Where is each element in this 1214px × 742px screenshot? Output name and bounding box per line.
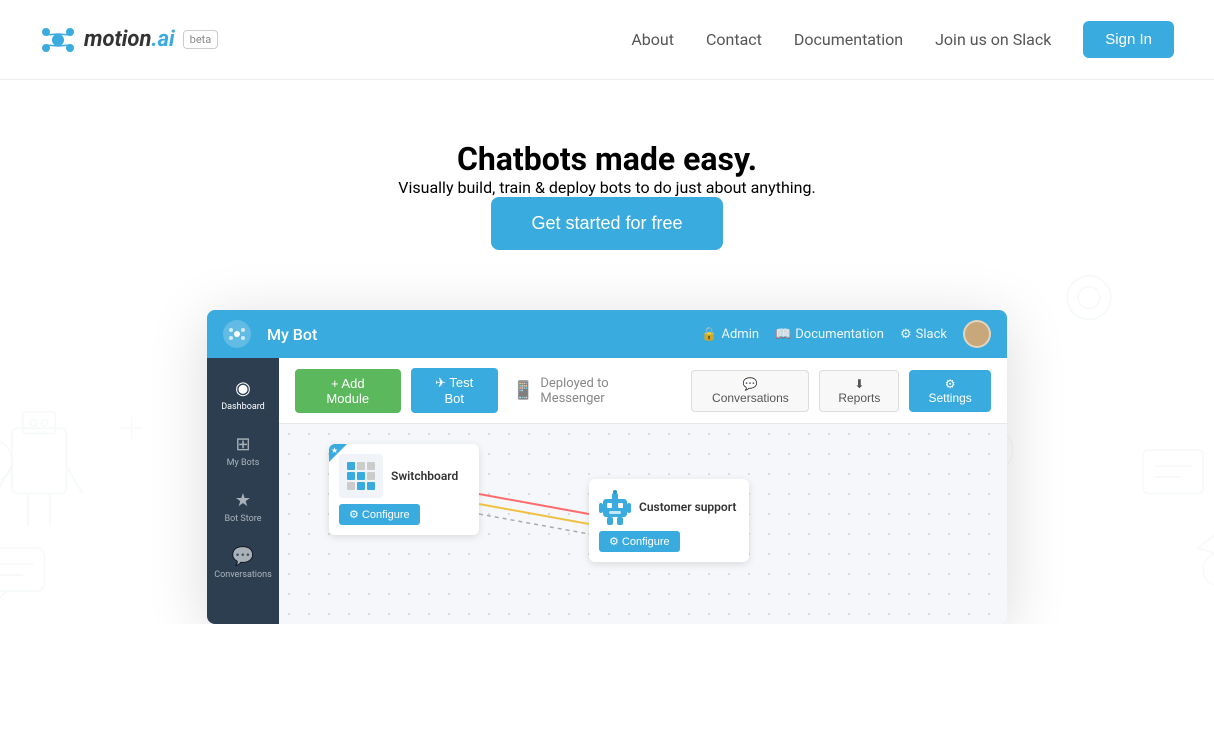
app-logo-icon [223,320,251,348]
nav-link-slack[interactable]: Join us on Slack [935,30,1051,49]
reports-button[interactable]: ⬇ Reports [819,370,899,412]
conversations-icon: 💬 [232,548,254,566]
app-main: + Add Module ✈ Test Bot 📱 Deployed to Me… [279,358,1007,624]
signin-button[interactable]: Sign In [1083,21,1174,58]
configure-switchboard-button[interactable]: ⚙ Configure [339,504,420,525]
robot-icon [599,489,631,525]
nav-link-docs[interactable]: Documentation [794,30,903,49]
topbar-docs[interactable]: 📖 Documentation [775,327,884,342]
nav-links: About Contact Documentation Join us on S… [631,21,1174,58]
app-preview: My Bot 🔒 Admin 📖 Documentation ⚙ Slack ◉… [207,310,1007,624]
beta-badge: beta [183,30,219,49]
app-body: ◉ Dashboard ⊞ My Bots ★ Bot Store 💬 Conv… [207,358,1007,624]
test-bot-button[interactable]: ✈ Test Bot [411,368,498,413]
hero-subheadline: Visually build, train & deploy bots to d… [20,178,1194,197]
node-support-btn: ⚙ Configure [589,531,749,562]
mybots-icon: ⊞ [235,436,250,454]
messenger-icon: 📱 [512,380,534,401]
app-sidebar: ◉ Dashboard ⊞ My Bots ★ Bot Store 💬 Conv… [207,358,279,624]
nav-link-about[interactable]: About [631,30,674,49]
deployed-badge: 📱 Deployed to Messenger [512,376,671,406]
node-switchboard-btn: ⚙ Configure [329,504,479,535]
settings-button[interactable]: ⚙ Settings [909,370,991,412]
sidebar-item-dashboard[interactable]: ◉ Dashboard [207,370,279,422]
logo-icon [40,22,76,58]
topbar-slack[interactable]: ⚙ Slack [900,327,947,342]
sidebar-item-mybots[interactable]: ⊞ My Bots [207,426,279,478]
node-switchboard-content: Switchboard [329,444,479,504]
dashboard-icon: ◉ [235,380,251,398]
sidebar-item-conversations[interactable]: 💬 Conversations [207,538,279,590]
node-customer-support[interactable]: Customer support ⚙ Configure [589,479,749,562]
cta-button[interactable]: Get started for free [491,197,722,250]
app-topbar-links: 🔒 Admin 📖 Documentation ⚙ Slack [701,327,947,342]
nav-link-contact[interactable]: Contact [706,30,762,49]
sidebar-item-botstore[interactable]: ★ Bot Store [207,482,279,534]
configure-support-button[interactable]: ⚙ Configure [599,531,680,552]
app-toolbar: + Add Module ✈ Test Bot 📱 Deployed to Me… [279,358,1007,424]
hero-headline: Chatbots made easy. [20,140,1194,178]
conversations-button[interactable]: 💬 Conversations [691,370,809,412]
node-switchboard-title: Switchboard [391,469,458,483]
app-title: My Bot [267,325,685,344]
hero-section: Chatbots made easy. Visually build, trai… [0,80,1214,624]
app-topbar: My Bot 🔒 Admin 📖 Documentation ⚙ Slack [207,310,1007,358]
botstore-icon: ★ [235,492,251,510]
user-avatar[interactable] [963,320,991,348]
topbar-admin[interactable]: 🔒 Admin [701,327,759,342]
navbar: motion.ai beta About Contact Documentati… [0,0,1214,80]
star-icon: ★ [331,446,338,455]
node-support-content: Customer support [589,479,749,531]
logo[interactable]: motion.ai beta [40,22,218,58]
logo-text: motion.ai [84,27,175,52]
node-switchboard[interactable]: ★ Switchboard [329,444,479,535]
node-support-title: Customer support [639,500,736,514]
add-module-button[interactable]: + Add Module [295,369,401,413]
app-canvas[interactable]: ★ Switchboard [279,424,1007,624]
